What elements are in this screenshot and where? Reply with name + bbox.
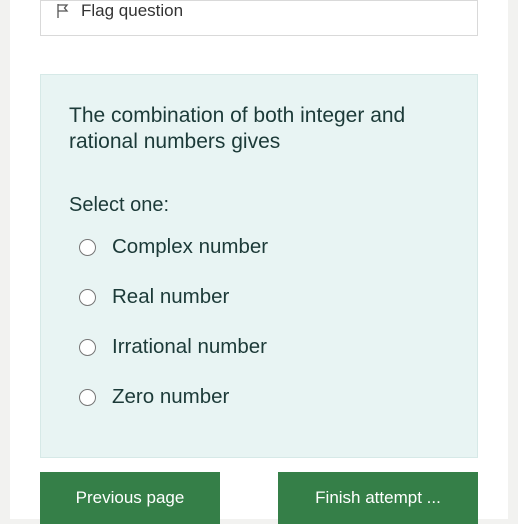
finish-attempt-button[interactable]: Finish attempt ...: [278, 472, 478, 524]
flag-icon: [55, 3, 71, 19]
radio-input[interactable]: [79, 289, 96, 306]
flag-question-link[interactable]: Flag question: [55, 1, 463, 21]
radio-input[interactable]: [79, 239, 96, 256]
question-box: The combination of both integer and rati…: [40, 74, 478, 458]
question-text: The combination of both integer and rati…: [69, 103, 449, 154]
option-label[interactable]: Real number: [112, 285, 229, 309]
radio-input[interactable]: [79, 389, 96, 406]
option-real-number[interactable]: Real number: [79, 285, 449, 309]
options-list: Complex number Real number Irrational nu…: [69, 235, 449, 409]
option-zero-number[interactable]: Zero number: [79, 385, 449, 409]
flag-question-label: Flag question: [81, 1, 183, 21]
previous-page-button[interactable]: Previous page: [40, 472, 220, 524]
option-label[interactable]: Complex number: [112, 235, 268, 259]
option-complex-number[interactable]: Complex number: [79, 235, 449, 259]
nav-buttons: Previous page Finish attempt ...: [40, 472, 478, 524]
option-label[interactable]: Irrational number: [112, 335, 267, 359]
option-irrational-number[interactable]: Irrational number: [79, 335, 449, 359]
option-label[interactable]: Zero number: [112, 385, 229, 409]
question-meta-box: Flag question: [40, 0, 478, 36]
select-one-prompt: Select one:: [69, 194, 449, 217]
radio-input[interactable]: [79, 339, 96, 356]
